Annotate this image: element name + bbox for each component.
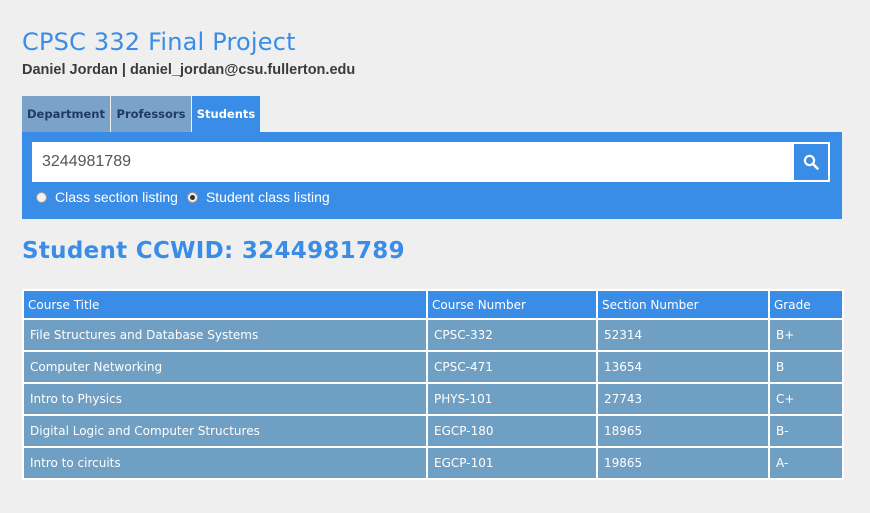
cell-section-number: 19865 (596, 446, 770, 480)
column-header-section-number: Section Number (596, 289, 770, 320)
radio-student-class-listing[interactable]: Student class listing (186, 189, 330, 205)
search-input[interactable] (32, 142, 792, 182)
cell-grade: C+ (768, 382, 844, 416)
column-header-course-number: Course Number (426, 289, 598, 320)
cell-course-title: Intro to Physics (22, 382, 428, 416)
radio-label: Student class listing (205, 189, 330, 205)
nav-tabs: Department Professors Students (22, 96, 260, 132)
cell-grade: B+ (768, 318, 844, 352)
cell-grade: B (768, 350, 844, 384)
cell-course-number: PHYS-101 (426, 382, 598, 416)
cell-section-number: 27743 (596, 382, 770, 416)
tab-department[interactable]: Department (22, 96, 110, 132)
search-panel: Class section listing Student class list… (22, 132, 842, 219)
tab-professors[interactable]: Professors (111, 96, 191, 132)
cell-course-title: Digital Logic and Computer Structures (22, 414, 428, 448)
cell-section-number: 13654 (596, 350, 770, 384)
table-header-row: Course Title Course Number Section Numbe… (22, 289, 844, 320)
cell-course-number: EGCP-101 (426, 446, 598, 480)
table-row: Intro to circuits EGCP-101 19865 A- (22, 446, 844, 480)
page-title: CPSC 332 Final Project (22, 28, 296, 56)
cell-section-number: 52314 (596, 318, 770, 352)
search-button[interactable] (792, 142, 830, 182)
column-header-course-title: Course Title (22, 289, 428, 320)
cell-grade: B- (768, 414, 844, 448)
results-heading: Student CCWID: 3244981789 (22, 238, 405, 264)
cell-course-title: Computer Networking (22, 350, 428, 384)
table-row: Intro to Physics PHYS-101 27743 C+ (22, 382, 844, 416)
cell-course-number: EGCP-180 (426, 414, 598, 448)
radio-button[interactable] (36, 191, 47, 203)
student-courses-table: Course Title Course Number Section Numbe… (22, 289, 844, 480)
radio-class-section-listing[interactable]: Class section listing (36, 189, 178, 205)
column-header-grade: Grade (768, 289, 844, 320)
radio-label: Class section listing (55, 189, 178, 205)
search-icon (803, 154, 819, 170)
table-row: File Structures and Database Systems CPS… (22, 318, 844, 352)
listing-type-options: Class section listing Student class list… (36, 189, 339, 205)
cell-section-number: 18965 (596, 414, 770, 448)
cell-course-number: CPSC-471 (426, 350, 598, 384)
table-row: Digital Logic and Computer Structures EG… (22, 414, 844, 448)
author-info: Daniel Jordan | daniel_jordan@csu.fuller… (22, 62, 356, 78)
cell-course-title: File Structures and Database Systems (22, 318, 428, 352)
table-row: Computer Networking CPSC-471 13654 B (22, 350, 844, 384)
cell-grade: A- (768, 446, 844, 480)
cell-course-title: Intro to circuits (22, 446, 428, 480)
cell-course-number: CPSC-332 (426, 318, 598, 352)
radio-button-checked[interactable] (186, 191, 198, 203)
tab-students[interactable]: Students (192, 96, 260, 132)
